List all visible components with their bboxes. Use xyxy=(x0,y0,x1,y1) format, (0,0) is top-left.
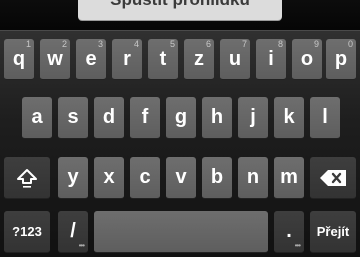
key-label: h xyxy=(210,106,224,128)
key-hint: 0 xyxy=(347,39,353,49)
key-e[interactable]: e3 xyxy=(76,39,106,80)
key-label: c xyxy=(139,166,151,188)
key-h[interactable]: h xyxy=(202,97,232,139)
key-hint: 9 xyxy=(313,39,319,49)
key-label: f xyxy=(141,106,149,128)
symbols-key[interactable]: ?123 xyxy=(4,211,50,253)
key-o[interactable]: o9 xyxy=(292,39,322,80)
key-label: u xyxy=(228,47,242,70)
key-z[interactable]: z6 xyxy=(184,39,214,80)
key-hint: 4 xyxy=(133,39,139,49)
key-s[interactable]: s xyxy=(58,97,88,139)
key-d[interactable]: d xyxy=(94,97,124,139)
backspace-key[interactable] xyxy=(310,157,356,199)
key-label: w xyxy=(47,47,63,70)
key-hint: 6 xyxy=(205,39,211,49)
key-label: g xyxy=(174,106,188,128)
key-hint: 1 xyxy=(25,39,31,49)
backspace-icon xyxy=(319,169,347,187)
key-x[interactable]: x xyxy=(94,157,124,199)
key-label: m xyxy=(280,166,298,188)
key-label: y xyxy=(67,166,79,188)
key-hint: 3 xyxy=(97,39,103,49)
key-l[interactable]: l xyxy=(310,97,340,139)
key-hint: 5 xyxy=(169,39,175,49)
key-w[interactable]: w2 xyxy=(40,39,70,80)
shift-arrow-icon xyxy=(16,167,38,189)
key-label: i xyxy=(268,47,274,70)
key-slash[interactable]: / ••• xyxy=(58,211,88,253)
shift-key[interactable] xyxy=(4,157,50,199)
key-label: . xyxy=(286,220,292,242)
key-n[interactable]: n xyxy=(238,157,268,199)
key-f[interactable]: f xyxy=(130,97,160,139)
key-hint: 2 xyxy=(61,39,67,49)
enter-key[interactable]: Přejít xyxy=(310,211,356,253)
key-label: / xyxy=(70,220,76,242)
key-label: q xyxy=(12,47,26,70)
space-key[interactable] xyxy=(94,211,268,253)
key-c[interactable]: c xyxy=(130,157,160,199)
key-b[interactable]: b xyxy=(202,157,232,199)
key-hint: 8 xyxy=(277,39,283,49)
key-period[interactable]: . ••• xyxy=(274,211,304,253)
key-label: r xyxy=(123,47,131,70)
key-v[interactable]: v xyxy=(166,157,196,199)
key-a[interactable]: a xyxy=(22,97,52,139)
soft-keyboard: q1 w2 e3 r4 t5 z6 u7 i8 o9 p0 a s d f g … xyxy=(0,30,360,257)
key-label: s xyxy=(67,106,79,128)
key-q[interactable]: q1 xyxy=(4,39,34,80)
more-dots: ••• xyxy=(294,241,301,250)
key-i[interactable]: i8 xyxy=(256,39,286,80)
key-p[interactable]: p0 xyxy=(326,39,356,80)
more-dots: ••• xyxy=(78,241,85,250)
key-g[interactable]: g xyxy=(166,97,196,139)
key-label: o xyxy=(300,47,314,70)
key-y[interactable]: y xyxy=(58,157,88,199)
key-hint: 7 xyxy=(241,39,247,49)
key-label: n xyxy=(246,166,260,188)
key-r[interactable]: r4 xyxy=(112,39,142,80)
key-j[interactable]: j xyxy=(238,97,268,139)
key-m[interactable]: m xyxy=(274,157,304,199)
key-label: v xyxy=(175,166,187,188)
start-tour-button[interactable]: Spustit prohlídku xyxy=(78,0,282,20)
key-k[interactable]: k xyxy=(274,97,304,139)
key-label: Přejít xyxy=(316,224,350,239)
key-label: b xyxy=(210,166,224,188)
key-label: p xyxy=(334,47,348,70)
key-label: ?123 xyxy=(12,224,42,239)
key-label: x xyxy=(103,166,115,188)
key-label: a xyxy=(31,106,43,128)
key-label: e xyxy=(85,47,97,70)
top-bar: Spustit prohlídku xyxy=(0,0,360,30)
key-label: d xyxy=(102,106,116,128)
key-label: l xyxy=(322,106,328,128)
key-t[interactable]: t5 xyxy=(148,39,178,80)
key-u[interactable]: u7 xyxy=(220,39,250,80)
key-label: t xyxy=(159,47,167,70)
key-label: z xyxy=(194,47,204,70)
key-label: k xyxy=(283,106,295,128)
key-label: j xyxy=(250,106,256,128)
